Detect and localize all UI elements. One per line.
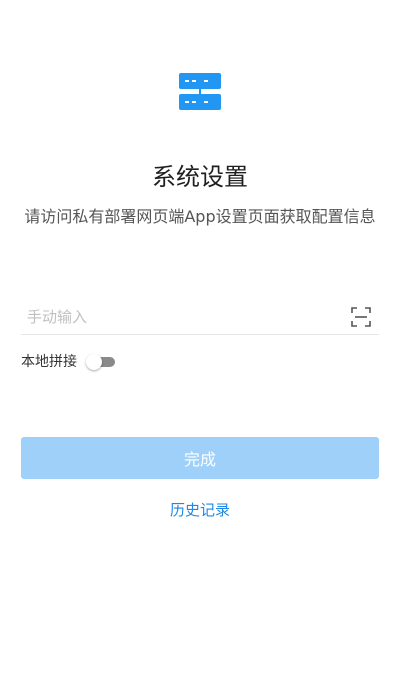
history-link[interactable]: 历史记录 xyxy=(0,499,400,521)
local-splice-row: 本地拼接 xyxy=(21,351,116,373)
server-icon xyxy=(179,73,221,110)
done-button[interactable]: 完成 xyxy=(21,437,379,479)
toggle-knob xyxy=(86,354,102,370)
page-subtitle: 请访问私有部署网页端App设置页面获取配置信息 xyxy=(24,207,376,226)
local-splice-toggle[interactable] xyxy=(86,354,116,370)
manual-address-input[interactable] xyxy=(27,302,327,332)
page-title: 系统设置 xyxy=(152,163,248,191)
scan-icon[interactable] xyxy=(351,307,371,327)
local-splice-label: 本地拼接 xyxy=(21,354,77,370)
system-settings-screen: 系统设置 请访问私有部署网页端App设置页面获取配置信息 本地拼接 完成 历史记… xyxy=(0,0,400,700)
address-input-row xyxy=(21,300,379,335)
